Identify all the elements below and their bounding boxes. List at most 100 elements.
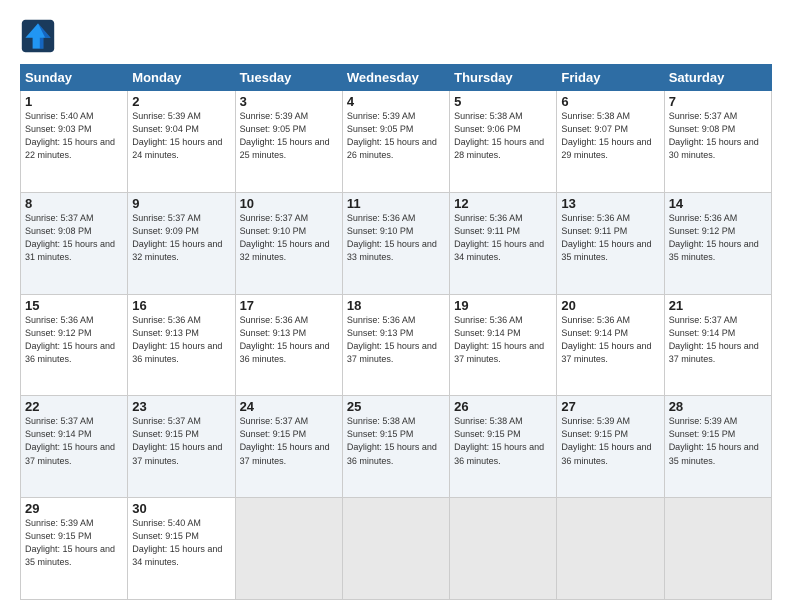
calendar-cell: 27 Sunrise: 5:39 AMSunset: 9:15 PMDayligh… (557, 396, 664, 498)
calendar-cell: 8 Sunrise: 5:37 AMSunset: 9:08 PMDaylight… (21, 192, 128, 294)
day-info: Sunrise: 5:39 AMSunset: 9:04 PMDaylight:… (132, 111, 222, 160)
day-info: Sunrise: 5:39 AMSunset: 9:15 PMDaylight:… (669, 416, 759, 465)
day-info: Sunrise: 5:37 AMSunset: 9:15 PMDaylight:… (240, 416, 330, 465)
day-number: 23 (132, 399, 230, 414)
day-number: 14 (669, 196, 767, 211)
calendar-week-4: 22 Sunrise: 5:37 AMSunset: 9:14 PMDayligh… (21, 396, 772, 498)
day-number: 9 (132, 196, 230, 211)
calendar-cell: 29 Sunrise: 5:39 AMSunset: 9:15 PMDayligh… (21, 498, 128, 600)
day-info: Sunrise: 5:36 AMSunset: 9:11 PMDaylight:… (454, 213, 544, 262)
calendar-cell: 4Sunrise: 5:39 AMSunset: 9:05 PMDaylight… (342, 91, 449, 193)
calendar-cell: 14 Sunrise: 5:36 AMSunset: 9:12 PMDayligh… (664, 192, 771, 294)
day-info: Sunrise: 5:36 AMSunset: 9:13 PMDaylight:… (347, 315, 437, 364)
day-info: Sunrise: 5:36 AMSunset: 9:13 PMDaylight:… (240, 315, 330, 364)
day-number: 15 (25, 298, 123, 313)
calendar-cell (342, 498, 449, 600)
day-number: 2 (132, 94, 230, 109)
calendar-cell: 20 Sunrise: 5:36 AMSunset: 9:14 PMDayligh… (557, 294, 664, 396)
calendar-cell: 28 Sunrise: 5:39 AMSunset: 9:15 PMDayligh… (664, 396, 771, 498)
calendar-header-row: SundayMondayTuesdayWednesdayThursdayFrid… (21, 65, 772, 91)
day-number: 13 (561, 196, 659, 211)
calendar-cell: 13 Sunrise: 5:36 AMSunset: 9:11 PMDayligh… (557, 192, 664, 294)
day-number: 17 (240, 298, 338, 313)
day-number: 11 (347, 196, 445, 211)
calendar-cell: 10 Sunrise: 5:37 AMSunset: 9:10 PMDayligh… (235, 192, 342, 294)
calendar-cell: 2 Sunrise: 5:39 AMSunset: 9:04 PMDaylight… (128, 91, 235, 193)
calendar-cell: 11 Sunrise: 5:36 AMSunset: 9:10 PMDayligh… (342, 192, 449, 294)
day-info: Sunrise: 5:38 AMSunset: 9:15 PMDaylight:… (347, 416, 437, 465)
calendar-cell: 6 Sunrise: 5:38 AMSunset: 9:07 PMDaylight… (557, 91, 664, 193)
day-info: Sunrise: 5:37 AMSunset: 9:14 PMDaylight:… (669, 315, 759, 364)
calendar-cell: 25 Sunrise: 5:38 AMSunset: 9:15 PMDayligh… (342, 396, 449, 498)
page: SundayMondayTuesdayWednesdayThursdayFrid… (0, 0, 792, 612)
day-info: Sunrise: 5:36 AMSunset: 9:13 PMDaylight:… (132, 315, 222, 364)
day-info: Sunrise: 5:37 AMSunset: 9:10 PMDaylight:… (240, 213, 330, 262)
calendar-cell: 5Sunrise: 5:38 AMSunset: 9:06 PMDaylight… (450, 91, 557, 193)
day-info: Sunrise: 5:40 AMSunset: 9:15 PMDaylight:… (132, 518, 222, 567)
day-number: 30 (132, 501, 230, 516)
day-number: 26 (454, 399, 552, 414)
day-number: 12 (454, 196, 552, 211)
day-number: 20 (561, 298, 659, 313)
day-number: 29 (25, 501, 123, 516)
calendar-cell: 21Sunrise: 5:37 AMSunset: 9:14 PMDayligh… (664, 294, 771, 396)
calendar-cell: 24 Sunrise: 5:37 AMSunset: 9:15 PMDayligh… (235, 396, 342, 498)
day-number: 16 (132, 298, 230, 313)
day-info: Sunrise: 5:36 AMSunset: 9:12 PMDaylight:… (669, 213, 759, 262)
day-number: 7 (669, 94, 767, 109)
calendar-cell: 1Sunrise: 5:40 AMSunset: 9:03 PMDaylight… (21, 91, 128, 193)
day-number: 3 (240, 94, 338, 109)
calendar-cell: 16 Sunrise: 5:36 AMSunset: 9:13 PMDayligh… (128, 294, 235, 396)
day-info: Sunrise: 5:37 AMSunset: 9:08 PMDaylight:… (25, 213, 115, 262)
day-number: 28 (669, 399, 767, 414)
day-number: 22 (25, 399, 123, 414)
day-header-friday: Friday (557, 65, 664, 91)
day-info: Sunrise: 5:36 AMSunset: 9:10 PMDaylight:… (347, 213, 437, 262)
day-info: Sunrise: 5:38 AMSunset: 9:06 PMDaylight:… (454, 111, 544, 160)
calendar-cell: 9 Sunrise: 5:37 AMSunset: 9:09 PMDaylight… (128, 192, 235, 294)
calendar-cell: 18 Sunrise: 5:36 AMSunset: 9:13 PMDayligh… (342, 294, 449, 396)
logo-icon (20, 18, 56, 54)
calendar-cell (664, 498, 771, 600)
calendar-cell: 19 Sunrise: 5:36 AMSunset: 9:14 PMDayligh… (450, 294, 557, 396)
calendar-cell: 26Sunrise: 5:38 AMSunset: 9:15 PMDayligh… (450, 396, 557, 498)
day-number: 18 (347, 298, 445, 313)
calendar-cell: 23Sunrise: 5:37 AMSunset: 9:15 PMDayligh… (128, 396, 235, 498)
calendar-cell: 7 Sunrise: 5:37 AMSunset: 9:08 PMDaylight… (664, 91, 771, 193)
day-info: Sunrise: 5:39 AMSunset: 9:15 PMDaylight:… (25, 518, 115, 567)
calendar-week-5: 29 Sunrise: 5:39 AMSunset: 9:15 PMDayligh… (21, 498, 772, 600)
calendar-week-2: 8 Sunrise: 5:37 AMSunset: 9:08 PMDaylight… (21, 192, 772, 294)
day-number: 6 (561, 94, 659, 109)
day-header-saturday: Saturday (664, 65, 771, 91)
day-header-thursday: Thursday (450, 65, 557, 91)
day-info: Sunrise: 5:36 AMSunset: 9:14 PMDaylight:… (454, 315, 544, 364)
day-info: Sunrise: 5:36 AMSunset: 9:12 PMDaylight:… (25, 315, 115, 364)
day-number: 27 (561, 399, 659, 414)
day-number: 8 (25, 196, 123, 211)
calendar-cell: 12 Sunrise: 5:36 AMSunset: 9:11 PMDayligh… (450, 192, 557, 294)
day-info: Sunrise: 5:37 AMSunset: 9:08 PMDaylight:… (669, 111, 759, 160)
day-number: 1 (25, 94, 123, 109)
day-info: Sunrise: 5:38 AMSunset: 9:07 PMDaylight:… (561, 111, 651, 160)
day-number: 10 (240, 196, 338, 211)
calendar-cell (450, 498, 557, 600)
logo (20, 18, 62, 54)
day-info: Sunrise: 5:36 AMSunset: 9:14 PMDaylight:… (561, 315, 651, 364)
header (20, 18, 772, 54)
day-header-wednesday: Wednesday (342, 65, 449, 91)
day-info: Sunrise: 5:39 AMSunset: 9:15 PMDaylight:… (561, 416, 651, 465)
day-number: 24 (240, 399, 338, 414)
day-number: 19 (454, 298, 552, 313)
day-info: Sunrise: 5:39 AMSunset: 9:05 PMDaylight:… (347, 111, 437, 160)
day-number: 25 (347, 399, 445, 414)
day-header-monday: Monday (128, 65, 235, 91)
calendar-cell (557, 498, 664, 600)
day-header-tuesday: Tuesday (235, 65, 342, 91)
calendar-cell: 3Sunrise: 5:39 AMSunset: 9:05 PMDaylight… (235, 91, 342, 193)
calendar-cell: 30 Sunrise: 5:40 AMSunset: 9:15 PMDayligh… (128, 498, 235, 600)
calendar-cell (235, 498, 342, 600)
day-info: Sunrise: 5:37 AMSunset: 9:09 PMDaylight:… (132, 213, 222, 262)
day-info: Sunrise: 5:36 AMSunset: 9:11 PMDaylight:… (561, 213, 651, 262)
calendar-table: SundayMondayTuesdayWednesdayThursdayFrid… (20, 64, 772, 600)
day-info: Sunrise: 5:37 AMSunset: 9:14 PMDaylight:… (25, 416, 115, 465)
